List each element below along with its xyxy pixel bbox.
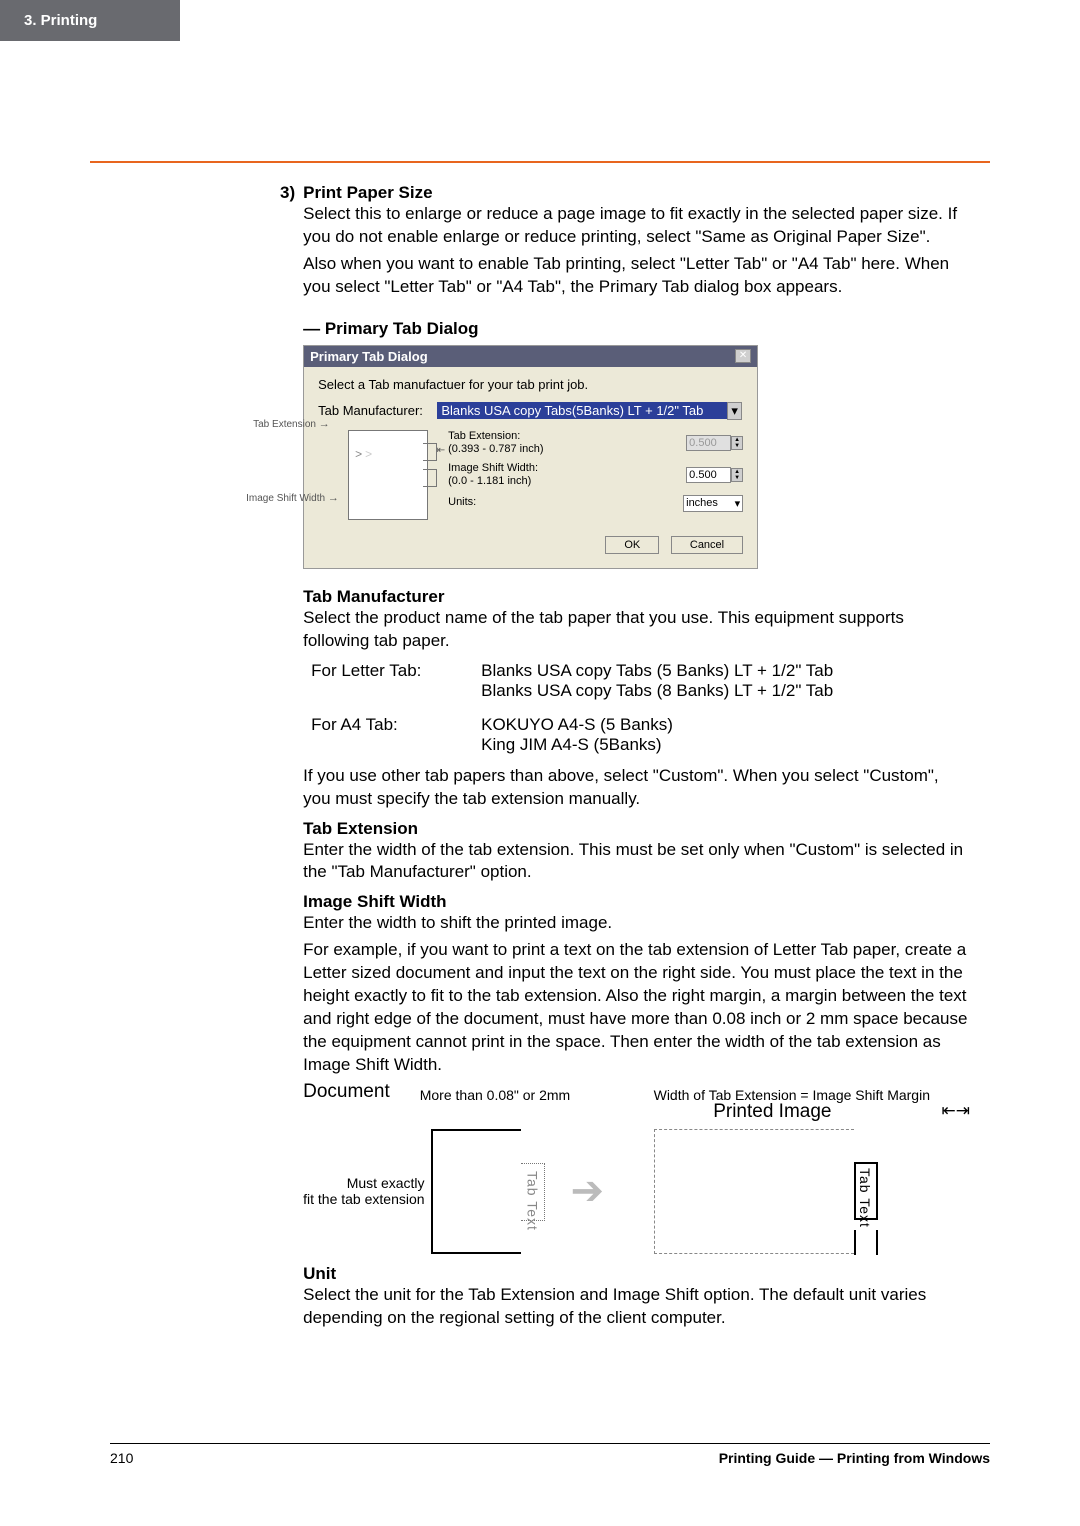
chapter-header: 3. Printing xyxy=(0,0,180,41)
fit-extension-label: fit the tab extension xyxy=(303,1191,424,1207)
tab-manufacturer-after: If you use other tab papers than above, … xyxy=(303,765,970,811)
units-label: Units: xyxy=(448,496,476,509)
tab-extension-heading: Tab Extension xyxy=(303,819,970,839)
footer-right: Printing Guide — Printing from Windows xyxy=(719,1450,990,1466)
dialog-heading: — Primary Tab Dialog xyxy=(303,319,970,339)
letter-tab-label: For Letter Tab: xyxy=(311,661,481,701)
tab-extension-text: Enter the width of the tab extension. Th… xyxy=(303,839,970,885)
tab-extension-input[interactable] xyxy=(686,435,731,451)
tab-defs-table: For Letter Tab: Blanks USA copy Tabs (5 … xyxy=(311,661,970,755)
image-shift-p2: For example, if you want to print a text… xyxy=(303,939,970,1077)
item-number: 3) xyxy=(280,183,295,1334)
arrow-right-icon: → xyxy=(319,418,330,430)
arrow-right-icon: → xyxy=(328,492,339,504)
spinner-arrows-icon[interactable]: ▲▼ xyxy=(731,436,743,450)
manufacturer-label: Tab Manufacturer: xyxy=(318,403,423,418)
image-shift-heading: Image Shift Width xyxy=(303,892,970,912)
chapter-title: 3. Printing xyxy=(24,12,97,29)
page-footer: 210 Printing Guide — Printing from Windo… xyxy=(110,1443,990,1466)
image-shift-field-label: Image Shift Width: xyxy=(448,462,538,475)
tab-manufacturer-heading: Tab Manufacturer xyxy=(303,587,970,607)
a4-tab-values: KOKUYO A4-S (5 Banks) King JIM A4-S (5Ba… xyxy=(481,715,970,755)
dialog-preview: ⇤ > > xyxy=(348,430,428,520)
diagram-document-label: Document xyxy=(303,1081,390,1103)
chevron-down-icon[interactable]: ▾ xyxy=(727,402,742,420)
unit-text: Select the unit for the Tab Extension an… xyxy=(303,1284,970,1330)
preview-image-shift-label: Image Shift Width → xyxy=(246,492,339,504)
primary-tab-dialog: Primary Tab Dialog ✕ Select a Tab manufa… xyxy=(303,345,758,569)
a4-tab-label: For A4 Tab: xyxy=(311,715,481,755)
manufacturer-select[interactable]: Blanks USA copy Tabs(5Banks) LT + 1/2" T… xyxy=(437,402,727,419)
unit-heading: Unit xyxy=(303,1264,970,1284)
tab-ext-range: (0.393 - 0.787 inch) xyxy=(448,443,543,456)
arrow-left-icon: ⇤ xyxy=(437,445,445,456)
must-exactly-label: Must exactly xyxy=(303,1175,424,1191)
units-select[interactable]: inches ▾ xyxy=(683,495,743,512)
section-rule xyxy=(90,161,990,163)
tab-glyph-icon: > xyxy=(365,447,372,461)
image-shift-spinner[interactable]: ▲▼ xyxy=(686,467,743,483)
tab-text-vertical: Tab Text xyxy=(525,1171,541,1231)
tab-ext-field-label: Tab Extension: xyxy=(448,430,543,443)
image-shift-range: (0.0 - 1.181 inch) xyxy=(448,475,538,488)
page-number: 210 xyxy=(110,1450,133,1466)
dialog-title: Primary Tab Dialog xyxy=(310,349,428,364)
diagram-margin-note: More than 0.08" or 2mm xyxy=(420,1087,570,1103)
tab-manufacturer-text: Select the product name of the tab paper… xyxy=(303,607,970,653)
shift-diagram: Document More than 0.08" or 2mm Width of… xyxy=(303,1081,970,1254)
tab-text-vertical: Tab Text xyxy=(857,1168,873,1228)
width-bracket-icon: ⇤⇥ xyxy=(942,1101,971,1123)
preview-tab-extension-label: Tab Extension → xyxy=(253,418,330,430)
arrow-right-icon: ➔ xyxy=(571,1168,605,1214)
para2: Also when you want to enable Tab printin… xyxy=(303,253,970,299)
para1: Select this to enlarge or reduce a page … xyxy=(303,203,970,249)
diagram-printed-label: Printed Image xyxy=(713,1101,831,1123)
close-icon[interactable]: ✕ xyxy=(735,349,751,363)
tab-glyph-icon: > xyxy=(355,447,362,461)
image-shift-p1: Enter the width to shift the printed ima… xyxy=(303,912,970,935)
image-shift-input[interactable] xyxy=(686,467,731,483)
item-title: Print Paper Size xyxy=(303,183,970,203)
ok-button[interactable]: OK xyxy=(605,536,659,554)
dialog-instruction: Select a Tab manufactuer for your tab pr… xyxy=(318,377,743,392)
dialog-body: Select a Tab manufactuer for your tab pr… xyxy=(304,367,757,568)
tab-extension-spinner[interactable]: ▲▼ xyxy=(686,435,743,451)
letter-tab-values: Blanks USA copy Tabs (5 Banks) LT + 1/2"… xyxy=(481,661,970,701)
spinner-arrows-icon[interactable]: ▲▼ xyxy=(731,468,743,482)
chevron-down-icon[interactable]: ▾ xyxy=(735,497,741,510)
cancel-button[interactable]: Cancel xyxy=(671,536,743,554)
dialog-titlebar: Primary Tab Dialog ✕ xyxy=(304,346,757,367)
